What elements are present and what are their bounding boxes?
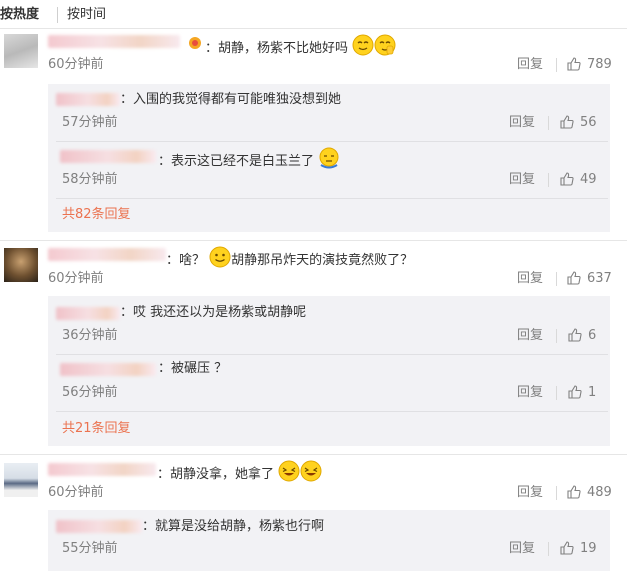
like-button[interactable]: 637	[567, 271, 612, 287]
reply-text: ：入围的我觉得都有可能唯独没想到她	[120, 92, 342, 107]
reply-button[interactable]: 回复	[509, 541, 535, 557]
thumbs-up-icon	[567, 485, 581, 499]
comment-text: ：啥？ 胡静那吊炸天的演技竟然败了？	[166, 246, 413, 270]
reply-username-blurred[interactable]	[60, 150, 156, 163]
thinking-face-icon	[319, 147, 339, 169]
reply-username-blurred[interactable]	[56, 520, 142, 533]
thumbs-up-icon	[560, 115, 574, 129]
wave-hand-emoji-icon	[374, 34, 396, 56]
tab-by-popularity[interactable]: 按热度	[0, 4, 39, 26]
action-separator	[556, 329, 557, 343]
thumbs-up-icon	[560, 541, 574, 555]
comment-time: 60分钟前	[48, 271, 104, 286]
username-blurred[interactable]	[48, 463, 156, 476]
tab-by-time[interactable]: 按时间	[67, 4, 106, 26]
username-blurred[interactable]	[48, 35, 180, 48]
divider	[0, 28, 627, 29]
action-separator	[556, 386, 557, 400]
action-separator	[548, 173, 549, 187]
like-count: 19	[580, 541, 597, 556]
like-count: 56	[580, 115, 597, 130]
reply-username-blurred[interactable]	[60, 363, 156, 376]
reply-button[interactable]: 回复	[509, 115, 535, 131]
thumbs-up-icon	[560, 172, 574, 186]
sort-tabs: 按热度 按时间	[0, 4, 627, 26]
divider	[56, 198, 608, 199]
reply-button[interactable]: 回复	[517, 271, 543, 287]
thumbs-up-icon	[567, 57, 581, 71]
reply-username-blurred[interactable]	[56, 307, 120, 320]
reply-button[interactable]: 回复	[517, 485, 543, 501]
thumbs-up-icon	[568, 385, 582, 399]
action-separator	[556, 58, 557, 72]
like-count: 489	[587, 485, 612, 500]
avatar[interactable]	[4, 463, 38, 497]
divider	[0, 454, 627, 455]
comment-text: ：胡静没拿，她拿了	[157, 460, 322, 484]
action-separator	[548, 542, 549, 556]
thumbs-up-icon	[567, 271, 581, 285]
reply-button[interactable]: 回复	[517, 57, 543, 73]
divider	[56, 141, 608, 142]
action-separator	[556, 272, 557, 286]
reply-text: ：表示这已经不是白玉兰了	[158, 147, 340, 171]
like-count: 789	[587, 57, 612, 72]
divider	[56, 411, 608, 412]
like-button[interactable]: 789	[567, 57, 612, 73]
reply-time: 36分钟前	[62, 328, 118, 343]
like-count: 1	[588, 385, 597, 400]
reply-text: ：就算是没给胡静，杨紫也行啊	[142, 519, 325, 534]
like-count: 637	[587, 271, 612, 286]
comment-text: ：胡静，杨紫不比她好吗	[205, 34, 396, 58]
like-button[interactable]: 56	[560, 115, 597, 131]
avatar[interactable]	[4, 34, 38, 68]
tab-separator	[57, 7, 58, 23]
divider	[56, 354, 608, 355]
comment-time: 60分钟前	[48, 485, 104, 500]
reply-button[interactable]: 回复	[509, 172, 535, 188]
comment-time: 60分钟前	[48, 57, 104, 72]
more-replies-link[interactable]: 共82条回复	[62, 207, 131, 223]
reply-time: 55分钟前	[62, 541, 118, 556]
doge-smile-icon	[352, 34, 374, 56]
laughing-face-icon	[300, 460, 322, 482]
like-button[interactable]: 489	[567, 485, 612, 501]
avatar[interactable]	[4, 248, 38, 282]
flower-emoji-icon	[189, 37, 201, 49]
reply-username-blurred[interactable]	[56, 93, 120, 106]
action-separator	[548, 116, 549, 130]
reply-button[interactable]: 回复	[517, 328, 543, 344]
reply-time: 57分钟前	[62, 115, 118, 130]
reply-text: ：被碾压 ？	[158, 361, 228, 376]
like-button[interactable]: 49	[560, 172, 597, 188]
like-button[interactable]: 6	[568, 328, 596, 344]
smile-face-icon	[209, 246, 231, 268]
like-count: 49	[580, 172, 597, 187]
like-count: 6	[588, 328, 597, 343]
divider	[0, 240, 627, 241]
reply-time: 58分钟前	[62, 172, 118, 187]
like-button[interactable]: 19	[560, 541, 597, 557]
reply-text: ：哎 我还还以为是杨紫或胡静呢	[120, 305, 307, 320]
reply-button[interactable]: 回复	[517, 385, 543, 401]
reply-time: 56分钟前	[62, 385, 118, 400]
thumbs-up-icon	[568, 328, 582, 342]
action-separator	[556, 486, 557, 500]
more-replies-link[interactable]: 共21条回复	[62, 421, 131, 437]
laughing-face-icon	[278, 460, 300, 482]
like-button[interactable]: 1	[568, 385, 596, 401]
username-blurred[interactable]	[48, 248, 166, 261]
